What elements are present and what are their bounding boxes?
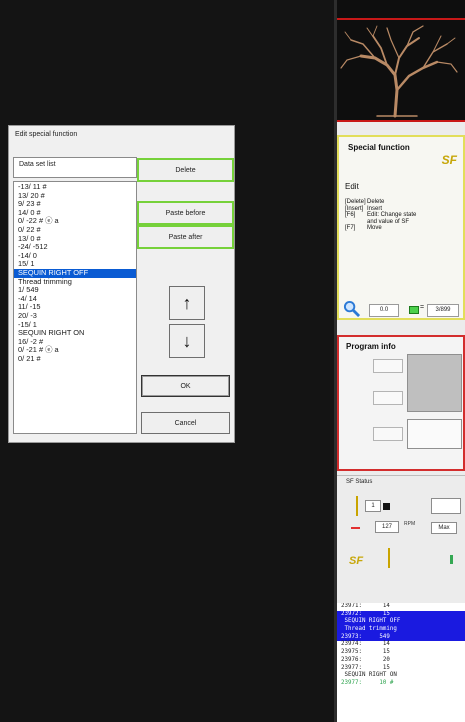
design-preview	[337, 18, 465, 122]
help-desc: and value of SF	[367, 218, 410, 225]
sf-counter-value: 1	[371, 503, 375, 509]
speed-field: 127	[375, 521, 399, 533]
console-line: 23977: 15	[341, 664, 390, 671]
help-row: [F7] Move	[345, 225, 447, 232]
data-set-list-label: Data set list	[13, 157, 137, 178]
help-key	[345, 219, 367, 226]
sf-status-title: SF Status	[346, 479, 373, 485]
preview-top-strip	[337, 0, 465, 18]
move-up-button[interactable]: ↑	[169, 286, 205, 320]
help-key: [Insert]	[345, 205, 364, 212]
arrow-up-icon: ↑	[182, 292, 192, 313]
dialog-title: Edit special function	[15, 131, 78, 138]
help-row: [F6] Edit: Change state	[345, 212, 447, 219]
help-key: [Delete]	[345, 199, 366, 205]
arrow-down-icon: ↓	[182, 330, 192, 351]
black-square-icon	[383, 503, 390, 510]
program-info-title: Program info	[346, 342, 396, 351]
console-line: 23975: 15	[341, 649, 390, 656]
console-line: 23973: 549	[337, 633, 465, 642]
list-item[interactable]: 0/ 21 #	[14, 354, 136, 364]
help-row: [Delete] Delete	[345, 199, 447, 206]
right-panel: Special function SF Edit [Delete] Delete[…	[337, 0, 465, 722]
stitch-count-icon	[409, 306, 419, 314]
console-line: Thread trimming	[337, 626, 465, 634]
needle-icon-2	[388, 548, 390, 568]
move-down-button[interactable]: ↓	[169, 324, 205, 358]
help-row: [Insert] Insert	[345, 206, 447, 213]
help-desc: Edit: Change state	[367, 212, 417, 219]
needle-icon	[356, 496, 358, 516]
help-row: and value of SF	[345, 219, 447, 226]
program-info-panel: Program info	[337, 335, 465, 471]
delete-button[interactable]: Delete	[137, 158, 234, 182]
program-info-box	[407, 419, 462, 449]
zoom-row: 0.0 = 3/899	[337, 298, 465, 322]
special-function-panel: Special function SF Edit [Delete] Delete[…	[337, 135, 465, 320]
max-button[interactable]: Max	[431, 522, 457, 534]
console-line: 23972: 15	[337, 610, 465, 619]
help-text: [Delete] Delete [Insert] Insert [F6] Edit: Ch…	[345, 199, 447, 232]
rpm-label: RPM	[404, 521, 416, 527]
sf-logo-icon: SF	[441, 153, 457, 167]
magnifier-icon[interactable]	[343, 300, 360, 317]
green-indicator-icon	[450, 555, 453, 564]
help-desc: Delete	[367, 199, 385, 205]
program-field-3	[373, 427, 403, 441]
paste-after-button[interactable]: Paste after	[137, 225, 234, 249]
zoom-value-field[interactable]: 0.0	[369, 304, 399, 317]
red-marker-icon	[351, 527, 360, 529]
edit-special-function-dialog: Edit special function Data set list -13/…	[8, 125, 235, 443]
ok-button[interactable]: OK	[141, 375, 230, 397]
help-desc: Insert	[367, 205, 383, 212]
stitch-console: 23971: 14 23972: 15 SEQUIN RIGHT OFF Thre…	[337, 603, 465, 722]
console-line: 23974: 14	[341, 641, 390, 648]
help-desc: Move	[367, 225, 382, 232]
sf-status-panel: SF Status 1 127 RPM Max SF	[337, 475, 465, 601]
console-line: 23971: 14	[341, 603, 390, 609]
equals-sign: =	[420, 304, 425, 311]
console-line: SEQUIN RIGHT OFF	[337, 618, 465, 627]
console-line: 23977: 10 #	[341, 679, 394, 686]
edit-label: Edit	[345, 182, 359, 191]
help-key: [F7]	[345, 225, 356, 232]
data-set-listbox[interactable]: -13/ 11 #13/ 20 #9/ 23 #14/ 0 #0/ -22 # …	[13, 181, 137, 434]
sf-status-logo-icon: SF	[349, 555, 364, 567]
console-line: 23976: 20	[341, 656, 390, 663]
sf-counter-field: 1	[365, 500, 381, 512]
program-thumbnail	[407, 354, 462, 412]
sf-status-field	[431, 498, 461, 514]
console-line: SEQUIN RIGHT ON	[341, 672, 397, 679]
special-function-title: Special function	[348, 143, 410, 152]
program-field-1	[373, 359, 403, 373]
cancel-button[interactable]: Cancel	[141, 412, 230, 434]
paste-before-button[interactable]: Paste before	[137, 201, 234, 225]
program-field-2	[373, 391, 403, 405]
help-key: [F6]	[345, 212, 356, 219]
stitch-count-field[interactable]: 3/899	[427, 304, 459, 317]
tree-design-image	[340, 25, 458, 118]
